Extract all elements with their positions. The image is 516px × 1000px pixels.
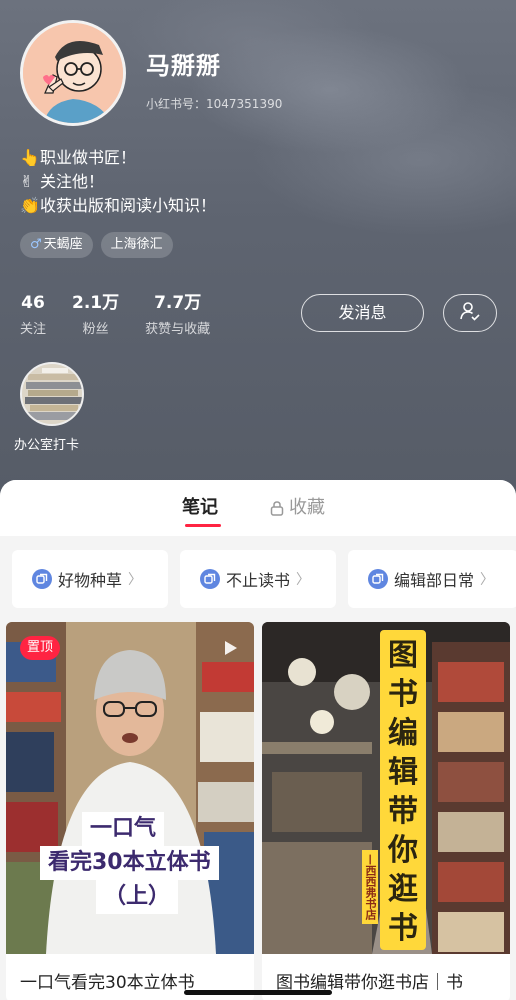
chevron-right-icon: 〉 xyxy=(296,572,311,588)
redbook-id: 小红书号：1047351390 xyxy=(146,97,283,111)
location-label: 上海徐汇 xyxy=(110,237,163,252)
zodiac-label: 天蝎座 xyxy=(43,237,83,252)
stat-label: 获赞与收藏 xyxy=(145,322,211,337)
male-icon: ♂ xyxy=(30,237,42,252)
zodiac-tag: ♂ 天蝎座 xyxy=(20,232,93,258)
user-check-icon xyxy=(459,300,481,326)
collection-icon xyxy=(200,569,220,589)
collection-label: 好物种草 xyxy=(58,571,123,590)
stat-value: 46 xyxy=(21,293,45,313)
pointing-up-emoji-icon: 👆 xyxy=(20,148,40,167)
cover-title-char: 书 xyxy=(388,911,418,946)
content-panel: 笔记 收藏 好物种草 〉 不止读书 〉 编辑部日常 〉 置顶 一口气 看完30本… xyxy=(0,480,516,1000)
profile-header: 马掰掰 小红书号：1047351390 👆职业做书匠！ ✌ 关注他！ 👏收获出版和… xyxy=(0,0,516,500)
lock-icon xyxy=(270,500,284,516)
stat-followers[interactable]: 2.1万 粉丝 xyxy=(72,292,119,337)
board-label[interactable]: 办公室打卡 xyxy=(14,434,79,453)
collection-item[interactable]: 不止读书 〉 xyxy=(180,550,336,608)
collection-icon xyxy=(32,569,52,589)
follow-user-button[interactable] xyxy=(443,294,497,332)
bio-line: ✌ 关注他！ xyxy=(20,170,216,194)
chevron-right-icon: 〉 xyxy=(128,572,143,588)
tab-notes[interactable]: 笔记 xyxy=(182,496,218,520)
send-message-button[interactable]: 发消息 xyxy=(301,294,424,332)
cover-title-char: 逛 xyxy=(388,872,418,907)
note-cover-image: 置顶 一口气 看完30本立体书 （上） xyxy=(6,622,254,954)
stat-likes-collects[interactable]: 7.7万 获赞与收藏 xyxy=(145,292,210,337)
collection-item[interactable]: 好物种草 〉 xyxy=(12,550,168,608)
home-indicator xyxy=(184,990,332,995)
cover-title-char: 带 xyxy=(388,794,418,829)
username: 马掰掰 xyxy=(146,52,221,80)
cover-caption: 一口气 xyxy=(82,812,165,846)
location-tag: 上海徐汇 xyxy=(100,232,173,258)
cover-title-char: 你 xyxy=(388,833,418,868)
stat-label: 粉丝 xyxy=(82,322,109,337)
bio-text: 职业做书匠！ xyxy=(40,148,137,167)
note-cover-image: 图 书 编 辑 带 你 逛 书 —西西弗书店 xyxy=(262,622,510,954)
collection-label: 不止读书 xyxy=(226,571,291,590)
cover-caption: （上） xyxy=(96,880,179,914)
tab-collect-label: 收藏 xyxy=(289,497,325,518)
stat-following[interactable]: 46 关注 xyxy=(20,292,46,337)
collection-icon xyxy=(368,569,388,589)
cover-title-char: 图 xyxy=(388,638,418,673)
collection-label: 编辑部日常 xyxy=(394,571,475,590)
video-play-icon xyxy=(224,640,238,660)
avatar[interactable] xyxy=(20,20,126,126)
stat-value: 7.7万 xyxy=(154,293,202,313)
note-card[interactable]: 图 书 编 辑 带 你 逛 书 —西西弗书店 图书编辑带你逛书店｜书 xyxy=(262,622,510,1000)
stat-value: 2.1万 xyxy=(72,293,120,313)
collection-item[interactable]: 编辑部日常 〉 xyxy=(348,550,516,608)
cover-title-char: 书 xyxy=(388,677,418,712)
board-thumbnail[interactable] xyxy=(20,362,84,426)
pinned-badge: 置顶 xyxy=(20,636,61,660)
cover-caption: 看完30本立体书 xyxy=(40,846,219,880)
tab-collect[interactable]: 收藏 xyxy=(270,496,325,520)
clapping-emoji-icon: 👏 xyxy=(20,196,40,215)
cover-subtitle: —西西弗书店 xyxy=(362,850,378,924)
profile-stats: 46 关注 2.1万 粉丝 7.7万 获赞与收藏 xyxy=(20,292,236,337)
bio-line: 👆职业做书匠！ xyxy=(20,146,216,170)
profile-tags: ♂ 天蝎座 上海徐汇 xyxy=(20,232,173,258)
chevron-right-icon: 〉 xyxy=(480,572,495,588)
stat-label: 关注 xyxy=(20,322,47,337)
note-card[interactable]: 置顶 一口气 看完30本立体书 （上） 一口气看完30本立体书 xyxy=(6,622,254,1000)
cover-title-banner: 图 书 编 辑 带 你 逛 书 xyxy=(380,630,426,950)
bio: 👆职业做书匠！ ✌ 关注他！ 👏收获出版和阅读小知识！ xyxy=(20,146,216,218)
cover-title-char: 编 xyxy=(388,716,418,751)
bio-line: 👏收获出版和阅读小知识！ xyxy=(20,194,216,218)
bio-text: 收获出版和阅读小知识！ xyxy=(40,196,217,215)
cover-title-char: 辑 xyxy=(388,755,418,790)
tab-bar: 笔记 收藏 xyxy=(0,480,516,536)
collection-list: 好物种草 〉 不止读书 〉 编辑部日常 〉 xyxy=(12,550,516,608)
active-tab-indicator xyxy=(185,524,221,527)
bio-text: 关注他！ xyxy=(40,172,105,191)
victory-hand-emoji-icon: ✌ xyxy=(20,172,34,191)
